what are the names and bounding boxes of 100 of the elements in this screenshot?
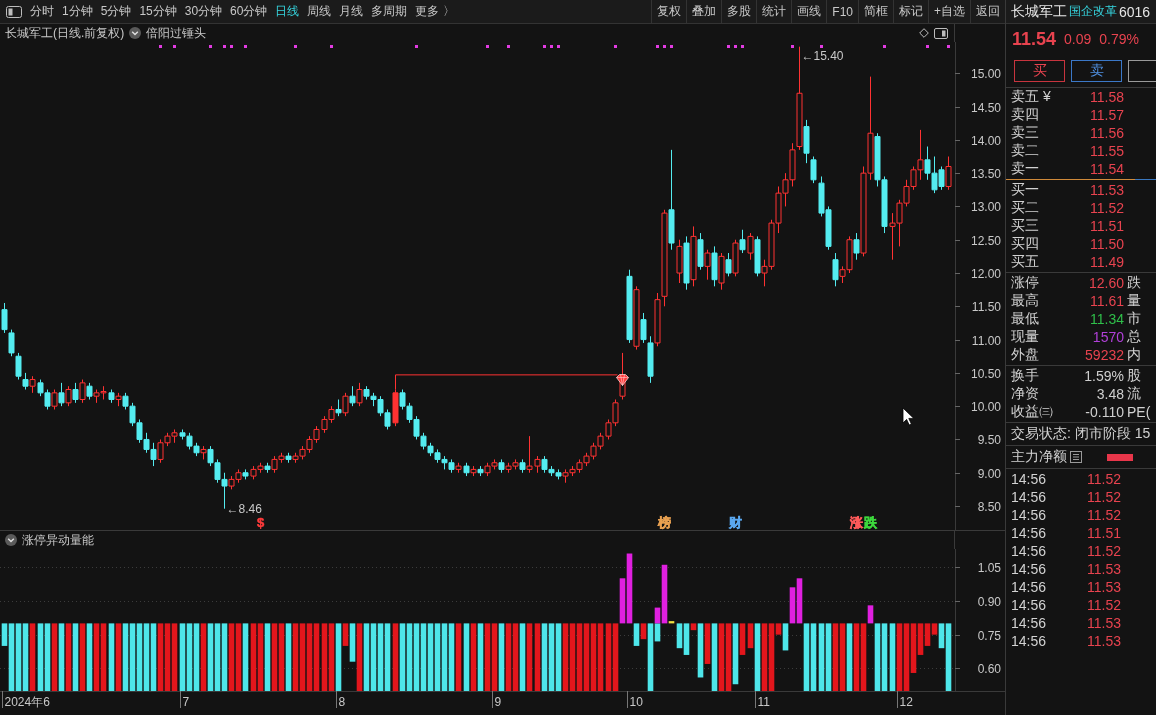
indicator-name[interactable]: 倍阳过锤头 xyxy=(146,24,207,42)
tick-time: 14:56 xyxy=(1011,615,1048,631)
toolbar-button[interactable]: 复权 xyxy=(651,0,687,23)
stat-value: 59232 xyxy=(1084,347,1124,363)
tick-price: 11.53 xyxy=(1086,615,1121,631)
stat-label: 换手 xyxy=(1011,367,1040,385)
stat-label: 最高 xyxy=(1011,292,1040,310)
flow-bar-icon xyxy=(1107,453,1133,461)
event-tag: 财 xyxy=(729,515,742,530)
stat-label: 流 xyxy=(1126,385,1142,403)
period-tab[interactable]: 更多 〉 xyxy=(411,0,459,23)
period-tab[interactable]: 30分钟 xyxy=(180,0,227,23)
stat-value: 12.60 xyxy=(1087,275,1124,291)
axis-label: 14.50 xyxy=(970,100,1001,115)
bid-price: 11.49 xyxy=(1089,254,1124,270)
axis-label: 9.50 xyxy=(977,432,1001,447)
toolbar-button[interactable]: F10 xyxy=(826,0,858,23)
last-price: 11.54 xyxy=(1012,28,1057,50)
toolbar-button[interactable]: 画线 xyxy=(791,0,827,23)
axis-label: 7 xyxy=(182,695,190,709)
toolbar-button[interactable]: +自选 xyxy=(928,0,970,23)
concept-tag[interactable]: 国企改革 xyxy=(1069,3,1117,20)
tick-time: 14:56 xyxy=(1011,489,1048,505)
axis-label: 10 xyxy=(629,695,643,709)
stat-label: 净资 xyxy=(1011,385,1040,403)
tick-time: 14:56 xyxy=(1011,597,1048,613)
axis-label: 9.00 xyxy=(977,466,1001,481)
toolbar-button[interactable]: 统计 xyxy=(756,0,792,23)
axis-label: 13.50 xyxy=(970,166,1001,181)
period-tab[interactable]: 60分钟 xyxy=(226,0,272,23)
tick-price: 11.51 xyxy=(1086,525,1121,541)
toolbar-button[interactable]: 多股 xyxy=(721,0,757,23)
diamond-icon[interactable] xyxy=(919,28,929,38)
price-label: ←8.46 xyxy=(226,501,262,516)
bid-label: 买二 xyxy=(1011,199,1040,217)
period-tab[interactable]: 周线 xyxy=(303,0,336,23)
panel-icon[interactable] xyxy=(6,5,22,18)
period-tab[interactable]: 月线 xyxy=(335,0,368,23)
tick-time: 14:56 xyxy=(1011,561,1048,577)
stat-label: 总 xyxy=(1126,328,1142,346)
bid-label: 买五 xyxy=(1011,253,1040,271)
stat-label: 跌 xyxy=(1126,274,1142,292)
chevron-down-icon[interactable] xyxy=(129,27,142,39)
ask-price: 11.54 xyxy=(1089,161,1124,177)
period-tab[interactable]: 分时 xyxy=(26,0,58,23)
bid-price: 11.50 xyxy=(1089,236,1124,252)
tick-price: 11.52 xyxy=(1086,543,1121,559)
stat-label: 收益㈢ xyxy=(1011,403,1054,421)
tick-price: 11.53 xyxy=(1086,561,1121,577)
trade-button[interactable]: 卖 xyxy=(1071,59,1122,82)
stat-value: 1.59% xyxy=(1083,368,1124,384)
ask-price: 11.56 xyxy=(1089,125,1124,141)
price-label: ←15.40 xyxy=(801,48,844,63)
bid-label: 买四 xyxy=(1011,235,1040,253)
stat-label: PE( xyxy=(1126,404,1152,420)
stat-label: 现量 xyxy=(1011,328,1040,346)
event-tag: 跌 xyxy=(864,515,877,530)
toolbar-button[interactable]: 标记 xyxy=(893,0,928,23)
stat-value: 1570 xyxy=(1091,329,1124,345)
axis-label: 1.05 xyxy=(977,560,1001,575)
period-tab[interactable]: 多周期 xyxy=(367,0,412,23)
toolbar-button[interactable]: 叠加 xyxy=(686,0,722,23)
stat-value: 11.34 xyxy=(1089,311,1124,327)
list-icon[interactable] xyxy=(1070,451,1082,463)
ask-price: 11.58 xyxy=(1089,89,1124,105)
axis-label: 15.00 xyxy=(970,66,1001,81)
axis-label: 9 xyxy=(494,695,502,709)
axis-label: 8.50 xyxy=(977,499,1001,514)
ask-price: 11.55 xyxy=(1089,143,1124,159)
axis-label: 11.50 xyxy=(971,299,1001,314)
tick-price: 11.52 xyxy=(1086,489,1121,505)
period-tab[interactable]: 5分钟 xyxy=(96,0,136,23)
toolbar-button[interactable]: 简框 xyxy=(858,0,893,23)
trade-button[interactable] xyxy=(1128,59,1156,82)
ask-price: 11.57 xyxy=(1089,107,1124,123)
axis-label: 14.00 xyxy=(970,133,1001,148)
chevron-down-icon[interactable] xyxy=(5,534,17,546)
net-flow-label: 主力净额 xyxy=(1011,448,1067,466)
axis-label: 0.75 xyxy=(977,628,1001,643)
ask-label: 卖五 ¥ xyxy=(1011,88,1052,106)
tick-price: 11.52 xyxy=(1086,507,1121,523)
stock-code: 6016 xyxy=(1119,3,1151,20)
period-tab[interactable]: 日线 xyxy=(271,0,304,23)
tick-time: 14:56 xyxy=(1011,579,1048,595)
tick-time: 14:56 xyxy=(1011,543,1048,559)
axis-label: 8 xyxy=(338,695,346,709)
stat-label: 市 xyxy=(1126,310,1142,328)
stat-label: 外盘 xyxy=(1011,346,1040,364)
panel-icon[interactable] xyxy=(934,27,948,39)
trade-button[interactable]: 买 xyxy=(1014,59,1065,82)
chart-title: 长城军工(日线.前复权) xyxy=(5,24,125,42)
axis-label: 0.60 xyxy=(977,661,1001,676)
bid-price: 11.51 xyxy=(1089,218,1124,234)
period-tab[interactable]: 15分钟 xyxy=(135,0,181,23)
tick-time: 14:56 xyxy=(1011,471,1048,487)
period-tab[interactable]: 1分钟 xyxy=(58,0,97,23)
axis-label: 10.50 xyxy=(970,366,1001,381)
event-tag: 榜 xyxy=(658,515,671,530)
ask-label: 卖三 xyxy=(1011,124,1040,142)
bid-label: 买三 xyxy=(1011,217,1040,235)
